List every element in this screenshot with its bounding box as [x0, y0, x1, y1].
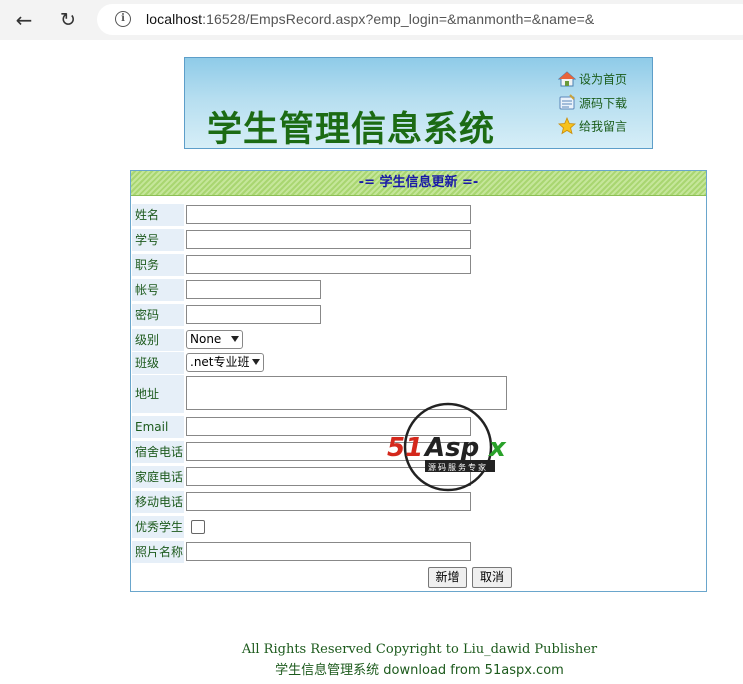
svg-text:x: x	[487, 433, 507, 463]
form-title: -= 学生信息更新 =-	[131, 171, 706, 196]
password-input[interactable]	[186, 305, 321, 324]
position-label: 职务	[132, 254, 184, 276]
cancel-button[interactable]: 取消	[472, 567, 512, 588]
set-homepage-link[interactable]: 设为首页	[558, 70, 627, 90]
leave-message-label: 给我留言	[579, 119, 628, 134]
set-homepage-label: 设为首页	[579, 72, 628, 87]
position-input[interactable]	[186, 255, 471, 274]
source-download-label: 源码下载	[579, 96, 628, 111]
excellent-checkbox[interactable]	[191, 520, 205, 534]
level-value: None	[190, 332, 222, 346]
email-label: Email	[132, 416, 184, 438]
level-label: 级别	[132, 329, 184, 351]
student-no-input[interactable]	[186, 230, 471, 249]
class-label: 班级	[132, 352, 184, 374]
home-icon	[558, 71, 576, 87]
download-icon	[559, 94, 575, 110]
photo-input[interactable]	[186, 542, 471, 561]
source-download-link[interactable]: 源码下载	[558, 94, 627, 114]
info-icon[interactable]: i	[115, 11, 131, 27]
excellent-label: 优秀学生	[132, 516, 184, 538]
level-select[interactable]: None	[186, 330, 243, 349]
mobile-label: 移动电话	[132, 491, 184, 513]
reload-icon[interactable]: ↻	[56, 8, 80, 32]
site-title: 学生管理信息系统	[207, 110, 496, 150]
star-icon	[558, 117, 576, 135]
name-label: 姓名	[132, 204, 184, 226]
student-no-label: 学号	[132, 229, 184, 251]
browser-toolbar: ← ↻ i localhost:16528/EmpsRecord.aspx?em…	[0, 0, 743, 40]
address-label: 地址	[132, 375, 184, 413]
page-content: 学生管理信息系统 设为首页 源码下载 给我留言 -= 学生信息更新 =- 姓名	[0, 40, 743, 684]
chevron-down-icon	[231, 336, 239, 342]
svg-text:Asp: Asp	[423, 433, 479, 463]
svg-text:51: 51	[387, 433, 423, 463]
footer-copyright: All Rights Reserved Copyright to Liu_daw…	[241, 642, 598, 657]
url-host: localhost	[146, 11, 203, 27]
footer-download: 学生信息管理系统 download from 51aspx.com	[275, 663, 564, 678]
student-update-form: -= 学生信息更新 =- 姓名 学号 职务 帐号 密码 级别 None 班级 .…	[130, 170, 707, 592]
chevron-down-icon	[252, 359, 260, 365]
add-button[interactable]: 新增	[428, 567, 467, 588]
address-bar[interactable]: i localhost:16528/EmpsRecord.aspx?emp_lo…	[97, 4, 743, 35]
leave-message-link[interactable]: 给我留言	[558, 117, 627, 137]
class-select[interactable]: .net专业班	[186, 353, 264, 372]
password-label: 密码	[132, 304, 184, 326]
class-value: .net专业班	[190, 355, 250, 369]
account-label: 帐号	[132, 279, 184, 301]
photo-label: 照片名称	[132, 541, 184, 563]
url-path: :16528/EmpsRecord.aspx?emp_login=&manmon…	[202, 11, 595, 27]
mobile-input[interactable]	[186, 492, 471, 511]
back-arrow-icon[interactable]: ←	[12, 8, 36, 32]
name-input[interactable]	[186, 205, 471, 224]
account-input[interactable]	[186, 280, 321, 299]
svg-text:源码服务专家: 源码服务专家	[428, 462, 488, 472]
home-phone-label: 家庭电话	[132, 466, 184, 488]
dorm-phone-label: 宿舍电话	[132, 441, 184, 463]
site-banner: 学生管理信息系统 设为首页 源码下载 给我留言	[184, 57, 653, 150]
watermark-logo: 51 Asp x 源码服务专家	[387, 402, 507, 492]
url-text[interactable]: localhost:16528/EmpsRecord.aspx?emp_logi…	[146, 11, 594, 27]
